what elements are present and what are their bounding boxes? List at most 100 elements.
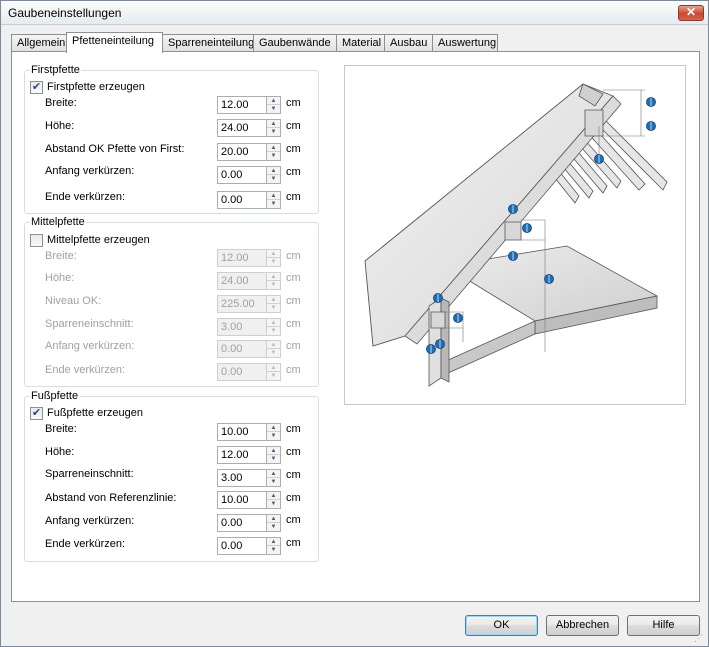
spin-up-icon[interactable]: ▲: [267, 341, 280, 349]
firstpfette-checkbox[interactable]: ✔: [30, 81, 43, 94]
mittelpfette-ende-spinner[interactable]: ▲ ▼: [267, 363, 281, 381]
tab-material[interactable]: Material: [336, 34, 385, 52]
spin-up-icon[interactable]: ▲: [267, 515, 280, 523]
tab-pfetteneinteilung[interactable]: Pfetteneinteilung: [66, 32, 163, 53]
mittelpfette-group-label: Mittelpfette: [30, 216, 86, 228]
unit-label: cm: [286, 295, 301, 307]
spin-down-icon[interactable]: ▼: [267, 372, 280, 380]
mittelpfette-sparreneinschnitt-spinner[interactable]: ▲ ▼: [267, 318, 281, 336]
spin-down-icon[interactable]: ▼: [267, 281, 280, 289]
mittelpfette-anfang-spinner[interactable]: ▲ ▼: [267, 340, 281, 358]
spin-up-icon[interactable]: ▲: [267, 120, 280, 128]
spin-up-icon[interactable]: ▲: [267, 97, 280, 105]
firstpfette-anfang-spinner[interactable]: ▲ ▼: [267, 166, 281, 184]
spin-down-icon[interactable]: ▼: [267, 523, 280, 531]
spin-down-icon[interactable]: ▼: [267, 152, 280, 160]
close-button[interactable]: ✕: [678, 5, 704, 21]
spin-down-icon[interactable]: ▼: [267, 432, 280, 440]
mittelpfette-anfang-input[interactable]: 0.00: [217, 340, 267, 358]
spin-up-icon[interactable]: ▲: [267, 364, 280, 372]
resize-grip-icon[interactable]: ⋰: [694, 632, 706, 644]
mittelpfette-sparreneinschnitt-label: Sparreneinschnitt:: [45, 318, 134, 330]
firstpfette-breite-input[interactable]: 12.00: [217, 96, 267, 114]
spin-down-icon[interactable]: ▼: [267, 175, 280, 183]
fusspfette-anfang-input[interactable]: 0.00: [217, 514, 267, 532]
spin-down-icon[interactable]: ▼: [267, 304, 280, 312]
firstpfette-hoehe-input[interactable]: 24.00: [217, 119, 267, 137]
spin-up-icon[interactable]: ▲: [267, 192, 280, 200]
dormer-illustration: [364, 83, 668, 387]
fusspfette-checkbox-label[interactable]: Fußpfette erzeugen: [47, 407, 143, 419]
mittelpfette-checkbox-label[interactable]: Mittelpfette erzeugen: [47, 234, 150, 246]
spin-up-icon[interactable]: ▲: [267, 250, 280, 258]
firstpfette-abstand-input[interactable]: 20.00: [217, 143, 267, 161]
firstpfette-anfang-input[interactable]: 0.00: [217, 166, 267, 184]
mittelpfette-group: Mittelpfette Mittelpfette erzeugen Breit…: [24, 216, 319, 387]
fusspfette-abstand-input[interactable]: 10.00: [217, 491, 267, 509]
spin-up-icon[interactable]: ▲: [267, 273, 280, 281]
spin-up-icon[interactable]: ▲: [267, 538, 280, 546]
fusspfette-checkbox[interactable]: ✔: [30, 407, 43, 420]
title-bar[interactable]: Gaubeneinstellungen ✕: [1, 1, 708, 25]
fusspfette-ende-spinner[interactable]: ▲ ▼: [267, 537, 281, 555]
spin-down-icon[interactable]: ▼: [267, 128, 280, 136]
tab-gaubenwaende[interactable]: Gaubenwände: [253, 34, 337, 52]
tab-allgemein[interactable]: Allgemein: [11, 34, 67, 52]
spin-down-icon[interactable]: ▼: [267, 258, 280, 266]
spin-down-icon[interactable]: ▼: [267, 349, 280, 357]
mittelpfette-breite-spinner[interactable]: ▲ ▼: [267, 249, 281, 267]
cancel-button[interactable]: Abbrechen: [546, 615, 619, 636]
mittelpfette-hoehe-input[interactable]: 24.00: [217, 272, 267, 290]
spin-down-icon[interactable]: ▼: [267, 478, 280, 486]
mittelpfette-ende-input[interactable]: 0.00: [217, 363, 267, 381]
fusspfette-ende-input[interactable]: 0.00: [217, 537, 267, 555]
firstpfette-hoehe-spinner[interactable]: ▲ ▼: [267, 119, 281, 137]
mittelpfette-niveau-spinner[interactable]: ▲ ▼: [267, 295, 281, 313]
help-button[interactable]: Hilfe: [627, 615, 700, 636]
mittelpfette-hoehe-spinner[interactable]: ▲ ▼: [267, 272, 281, 290]
spin-up-icon[interactable]: ▲: [267, 447, 280, 455]
fusspfette-abstand-spinner[interactable]: ▲ ▼: [267, 491, 281, 509]
firstpfette-ende-input[interactable]: 0.00: [217, 191, 267, 209]
tab-ausbau[interactable]: Ausbau: [384, 34, 433, 52]
spin-down-icon[interactable]: ▼: [267, 105, 280, 113]
firstpfette-hoehe-label: Höhe:: [45, 120, 75, 132]
spin-down-icon[interactable]: ▼: [267, 327, 280, 335]
spin-up-icon[interactable]: ▲: [267, 167, 280, 175]
firstpfette-breite-spinner[interactable]: ▲ ▼: [267, 96, 281, 114]
fusspfette-hoehe-input[interactable]: 12.00: [217, 446, 267, 464]
firstpfette-checkbox-label[interactable]: Firstpfette erzeugen: [47, 81, 145, 93]
close-icon: ✕: [685, 5, 697, 19]
fusspfette-sparreneinschnitt-spinner[interactable]: ▲ ▼: [267, 469, 281, 487]
mittelpfette-niveau-input[interactable]: 225.00: [217, 295, 267, 313]
unit-label: cm: [286, 166, 301, 178]
fusspfette-group: Fußpfette ✔ Fußpfette erzeugen Breite: 1…: [24, 390, 319, 562]
dialog-window: Gaubeneinstellungen ✕ Allgemein Pfettene…: [0, 0, 709, 647]
fusspfette-anfang-spinner[interactable]: ▲ ▼: [267, 514, 281, 532]
tab-auswertung[interactable]: Auswertung: [432, 34, 498, 52]
mittelpfette-checkbox[interactable]: [30, 234, 43, 247]
spin-up-icon[interactable]: ▲: [267, 470, 280, 478]
spin-down-icon[interactable]: ▼: [267, 200, 280, 208]
spin-up-icon[interactable]: ▲: [267, 144, 280, 152]
firstpfette-ende-spinner[interactable]: ▲ ▼: [267, 191, 281, 209]
checkmark-icon: ✔: [31, 81, 42, 93]
tab-sparreneinteilung[interactable]: Sparreneinteilung: [162, 34, 254, 52]
fusspfette-hoehe-spinner[interactable]: ▲ ▼: [267, 446, 281, 464]
spin-up-icon[interactable]: ▲: [267, 296, 280, 304]
ok-button[interactable]: OK: [465, 615, 538, 636]
mittelpfette-niveau-label: Niveau OK:: [45, 295, 102, 307]
fusspfette-breite-input[interactable]: 10.00: [217, 423, 267, 441]
spin-down-icon[interactable]: ▼: [267, 500, 280, 508]
fusspfette-abstand-label: Abstand von Referenzlinie:: [45, 492, 177, 504]
fusspfette-breite-spinner[interactable]: ▲ ▼: [267, 423, 281, 441]
fusspfette-sparreneinschnitt-input[interactable]: 3.00: [217, 469, 267, 487]
spin-up-icon[interactable]: ▲: [267, 424, 280, 432]
mittelpfette-breite-input[interactable]: 12.00: [217, 249, 267, 267]
firstpfette-abstand-spinner[interactable]: ▲ ▼: [267, 143, 281, 161]
spin-down-icon[interactable]: ▼: [267, 546, 280, 554]
spin-up-icon[interactable]: ▲: [267, 319, 280, 327]
spin-down-icon[interactable]: ▼: [267, 455, 280, 463]
mittelpfette-sparreneinschnitt-input[interactable]: 3.00: [217, 318, 267, 336]
spin-up-icon[interactable]: ▲: [267, 492, 280, 500]
